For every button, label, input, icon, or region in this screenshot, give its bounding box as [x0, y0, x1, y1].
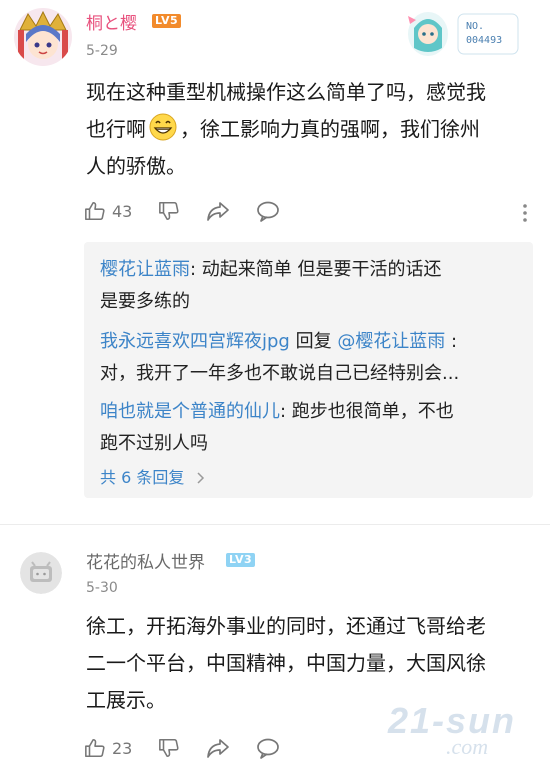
comment-icon: [257, 201, 280, 222]
comment-actions: 43: [84, 200, 306, 222]
comment-text: 现在这种重型机械操作这么简单了吗，感觉我 也行啊 ，徐工影响力真的强啊，我们徐州 …: [86, 80, 486, 178]
comment-divider: [0, 524, 550, 525]
username[interactable]: 桐と樱: [86, 9, 137, 34]
more-vertical-icon: [523, 204, 527, 222]
reply-button[interactable]: [256, 737, 280, 759]
replies-panel: 樱花让蓝雨: 动起来简单 但是要干活的话还 是要多练的 我永远喜欢四宫辉夜jpg…: [84, 242, 533, 498]
fan-medal-icon: [408, 12, 519, 56]
grin-emoji-icon: [148, 112, 178, 142]
dislike-button[interactable]: [158, 737, 180, 759]
like-button[interactable]: 43: [84, 200, 132, 222]
level-badge: LV5: [152, 14, 182, 28]
dislike-button[interactable]: [158, 200, 180, 222]
thumbs-up-icon: [85, 201, 105, 221]
comment-icon: [257, 738, 280, 759]
like-count: 23: [112, 738, 133, 758]
reply-item[interactable]: 我永远喜欢四宫辉夜jpg 回复 @樱花让蓝雨 : 对，我开了一年多也不敢说自己已…: [100, 326, 520, 390]
thumbs-down-icon: [159, 738, 179, 758]
level-badge: LV3: [226, 553, 256, 567]
comment-1: 桐と樱 LV5 5-29 NO. 004493 现在这种重型机械操作这么简单了吗…: [0, 0, 550, 522]
chevron-right-icon: [197, 472, 205, 484]
thumbs-up-icon: [85, 738, 105, 758]
reply-mention[interactable]: @樱花让蓝雨: [337, 331, 445, 352]
reply-item[interactable]: 咱也就是个普通的仙儿: 跑步也很简单，不也 跑不过别人吗: [100, 396, 520, 460]
avatar[interactable]: [20, 552, 62, 594]
reply-author[interactable]: 我永远喜欢四宫辉夜jpg: [100, 331, 290, 352]
view-all-replies-link[interactable]: 共 6 条回复: [100, 464, 205, 488]
reply-author[interactable]: 樱花让蓝雨: [100, 259, 190, 280]
avatar[interactable]: [14, 8, 72, 66]
like-button[interactable]: 23: [84, 737, 132, 759]
username[interactable]: 花花的私人世界: [86, 548, 205, 573]
reply-author[interactable]: 咱也就是个普通的仙儿: [100, 401, 280, 422]
share-icon: [207, 739, 230, 758]
reply-item[interactable]: 樱花让蓝雨: 动起来简单 但是要干活的话还 是要多练的: [100, 254, 520, 318]
comment-date: 5-30: [86, 580, 118, 596]
more-options-button[interactable]: [522, 203, 528, 227]
share-button[interactable]: [206, 737, 230, 759]
thumbs-down-icon: [159, 201, 179, 221]
like-count: 43: [112, 201, 133, 221]
fan-medal-number: NO. 004493: [466, 21, 503, 46]
comment-actions: 23: [84, 737, 306, 759]
share-icon: [207, 202, 230, 221]
site-watermark-domain: .com: [446, 734, 489, 759]
reply-button[interactable]: [256, 200, 280, 222]
share-button[interactable]: [206, 200, 230, 222]
comment-date: 5-29: [86, 43, 118, 59]
